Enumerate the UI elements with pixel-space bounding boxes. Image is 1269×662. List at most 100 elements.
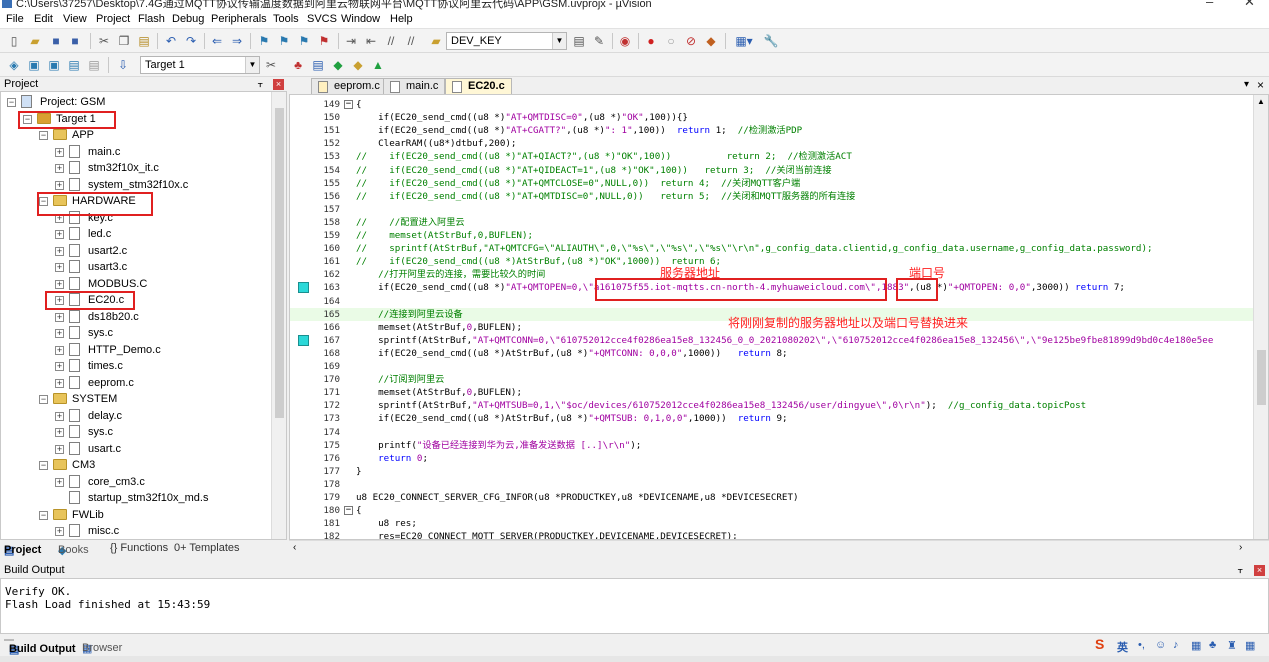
code-line[interactable]: 168 if(EC20_send_cmd((u8 *)AtStrBuf,(u8 … xyxy=(290,347,1268,360)
scroll-left-icon[interactable]: ‹ xyxy=(293,542,296,553)
code-line[interactable]: 156 // if(EC20_send_cmd((u8 *)"AT+QMTDISC… xyxy=(290,190,1268,203)
menu-tools[interactable]: Tools xyxy=(273,13,299,25)
code-line[interactable]: 169 xyxy=(290,360,1268,373)
code-line[interactable]: 173 if(EC20_send_cmd((u8 *)AtStrBuf,(u8 … xyxy=(290,412,1268,425)
code-line[interactable]: 151 if(EC20_send_cmd((u8 *)"AT+CGATT?",(… xyxy=(290,124,1268,137)
manage-project-icon[interactable]: ▤ xyxy=(310,57,326,73)
tab-functions[interactable]: {} Functions xyxy=(110,542,168,554)
select-packs-icon[interactable]: ◆ xyxy=(350,57,366,73)
close-editor-icon[interactable]: × xyxy=(1257,78,1264,92)
collapse-icon[interactable]: − xyxy=(39,395,48,404)
code-line[interactable]: 153 // if(EC20_send_cmd((u8 *)"AT+QIACT?"… xyxy=(290,150,1268,163)
close-panel-icon[interactable]: × xyxy=(273,79,284,90)
cut-icon[interactable]: ✂ xyxy=(96,33,112,49)
code-line[interactable]: 149 {− xyxy=(290,98,1268,111)
breakpoint-all-icon[interactable]: ◆ xyxy=(703,33,719,49)
tab-eeprom-c[interactable]: eeprom.c xyxy=(311,78,387,94)
code-line[interactable]: 162 //打开阿里云的连接，需要比较久的时间 xyxy=(290,268,1268,281)
code-line[interactable]: 176 return 0; xyxy=(290,452,1268,465)
code-line[interactable]: 182 res=EC20_CONNECT_MQTT_SERVER(PRODUCT… xyxy=(290,530,1268,539)
manage-components-icon[interactable]: ♣ xyxy=(290,57,306,73)
minimize-button[interactable]: – xyxy=(1206,0,1213,9)
code-line[interactable]: 150 if(EC20_send_cmd((u8 *)"AT+QMTDISC=0… xyxy=(290,111,1268,124)
breakpoint-kill-icon[interactable]: ⊘ xyxy=(683,33,699,49)
expand-icon[interactable]: + xyxy=(55,164,64,173)
expand-icon[interactable]: + xyxy=(55,296,64,305)
comment-icon[interactable]: // xyxy=(383,33,399,49)
config-wrench-icon[interactable]: 🔧 xyxy=(763,33,779,49)
scrollbar-thumb[interactable] xyxy=(275,108,284,418)
expand-icon[interactable]: + xyxy=(55,263,64,272)
scroll-up-icon[interactable]: ▲ xyxy=(1257,97,1265,106)
microphone-icon[interactable]: ♪ xyxy=(1173,639,1179,651)
nav-back-icon[interactable]: ⇐ xyxy=(209,33,225,49)
fold-icon[interactable]: − xyxy=(344,100,353,109)
unindent-icon[interactable]: ⇤ xyxy=(363,33,379,49)
code-line[interactable]: 161// if(EC20_send_cmd((u8 *)AtStrBuf,(u… xyxy=(290,255,1268,268)
uncomment-icon[interactable]: // xyxy=(403,33,419,49)
menu-view[interactable]: View xyxy=(63,13,87,25)
tab-main-c[interactable]: main.c xyxy=(383,78,446,94)
code-line[interactable]: 167 sprintf(AtStrBuf,"AT+QMTCONN=0,\"610… xyxy=(290,334,1268,347)
download-icon[interactable]: ⇩ xyxy=(115,57,131,73)
collapse-icon[interactable]: − xyxy=(7,98,16,107)
define-combo[interactable]: DEV_KEY ▼ xyxy=(446,32,567,50)
expand-icon[interactable]: + xyxy=(55,477,64,487)
expand-icon[interactable]: + xyxy=(55,378,64,388)
keyboard-icon[interactable]: ▦ xyxy=(1191,639,1201,652)
menu-help[interactable]: Help xyxy=(390,13,413,25)
collapse-icon[interactable]: − xyxy=(39,461,48,470)
expand-icon[interactable]: + xyxy=(55,279,64,289)
code-line[interactable]: 179 u8 EC20_CONNECT_SERVER_CFG_INFOR(u8 *… xyxy=(290,491,1268,504)
code-line[interactable]: 181 u8 res; xyxy=(290,517,1268,530)
incremental-find-icon[interactable]: ✎ xyxy=(591,33,607,49)
editor-hscrollbar[interactable]: ‹ › xyxy=(289,540,1269,557)
grid-menu-icon[interactable]: ▦ xyxy=(1245,639,1255,652)
menu-window[interactable]: Window xyxy=(341,13,380,25)
code-line[interactable]: 174 xyxy=(290,426,1268,439)
emoji-icon[interactable]: ☺ xyxy=(1155,639,1166,651)
target-options-icon[interactable]: ✂ xyxy=(263,57,279,73)
breakpoint-disable-icon[interactable]: ○ xyxy=(663,33,679,49)
paste-icon[interactable]: ▤ xyxy=(136,33,152,49)
code-line[interactable]: 177} xyxy=(290,465,1268,478)
code-line[interactable]: 170 //订阅到阿里云 xyxy=(290,373,1268,386)
bookmark-prev-icon[interactable]: ⚑ xyxy=(276,33,292,49)
expand-icon[interactable]: + xyxy=(55,345,64,355)
translate-icon[interactable]: ◈ xyxy=(6,57,22,73)
new-file-icon[interactable]: ▯ xyxy=(6,33,22,49)
indent-icon[interactable]: ⇥ xyxy=(343,33,359,49)
expand-icon[interactable]: + xyxy=(55,312,64,322)
expand-icon[interactable]: + xyxy=(55,180,64,190)
collapse-icon[interactable]: − xyxy=(23,114,32,124)
code-line[interactable]: 163 if(EC20_send_cmd((u8 *)"AT+QMTOPEN=0… xyxy=(290,281,1268,294)
tab-templates[interactable]: 0+ Templates xyxy=(174,542,240,554)
target-combo[interactable]: Target 1 ▼ xyxy=(140,56,260,74)
expand-icon[interactable]: + xyxy=(55,527,64,536)
code-line[interactable]: 152 ClearRAM((u8*)dtbuf,200); xyxy=(290,137,1268,150)
close-button[interactable]: ✕ xyxy=(1244,0,1255,10)
menu-debug[interactable]: Debug xyxy=(172,13,204,25)
menu-svcs[interactable]: SVCS xyxy=(307,13,337,25)
redo-icon[interactable]: ↷ xyxy=(183,33,199,49)
window-layout-icon[interactable]: ▦▾ xyxy=(731,33,757,49)
editor-scroll-thumb[interactable] xyxy=(1257,350,1266,405)
pin-icon[interactable]: ᚁ xyxy=(1238,564,1242,575)
skin-icon[interactable]: ♣ xyxy=(1209,639,1216,651)
menu-peripherals[interactable]: Peripherals xyxy=(211,13,267,25)
bookmark-clear-icon[interactable]: ⚑ xyxy=(316,33,332,49)
fold-icon[interactable]: − xyxy=(344,506,353,516)
collapse-icon[interactable]: − xyxy=(39,197,48,206)
sogou-ime-icon[interactable]: S xyxy=(1095,636,1104,652)
code-line[interactable]: 178 xyxy=(290,478,1268,491)
debug-start-icon[interactable]: ◉ xyxy=(617,33,633,49)
undo-icon[interactable]: ↶ xyxy=(163,33,179,49)
expand-icon[interactable]: + xyxy=(55,329,64,338)
code-line[interactable]: 164 xyxy=(290,295,1268,308)
save-icon[interactable]: ■ xyxy=(48,33,64,49)
editor-vscrollbar[interactable]: ▲ xyxy=(1253,95,1268,539)
collapse-icon[interactable]: − xyxy=(39,510,48,520)
expand-icon[interactable]: + xyxy=(55,362,64,371)
bookmark-next-icon[interactable]: ⚑ xyxy=(296,33,312,49)
bookmark-marker-icon[interactable] xyxy=(298,282,309,294)
